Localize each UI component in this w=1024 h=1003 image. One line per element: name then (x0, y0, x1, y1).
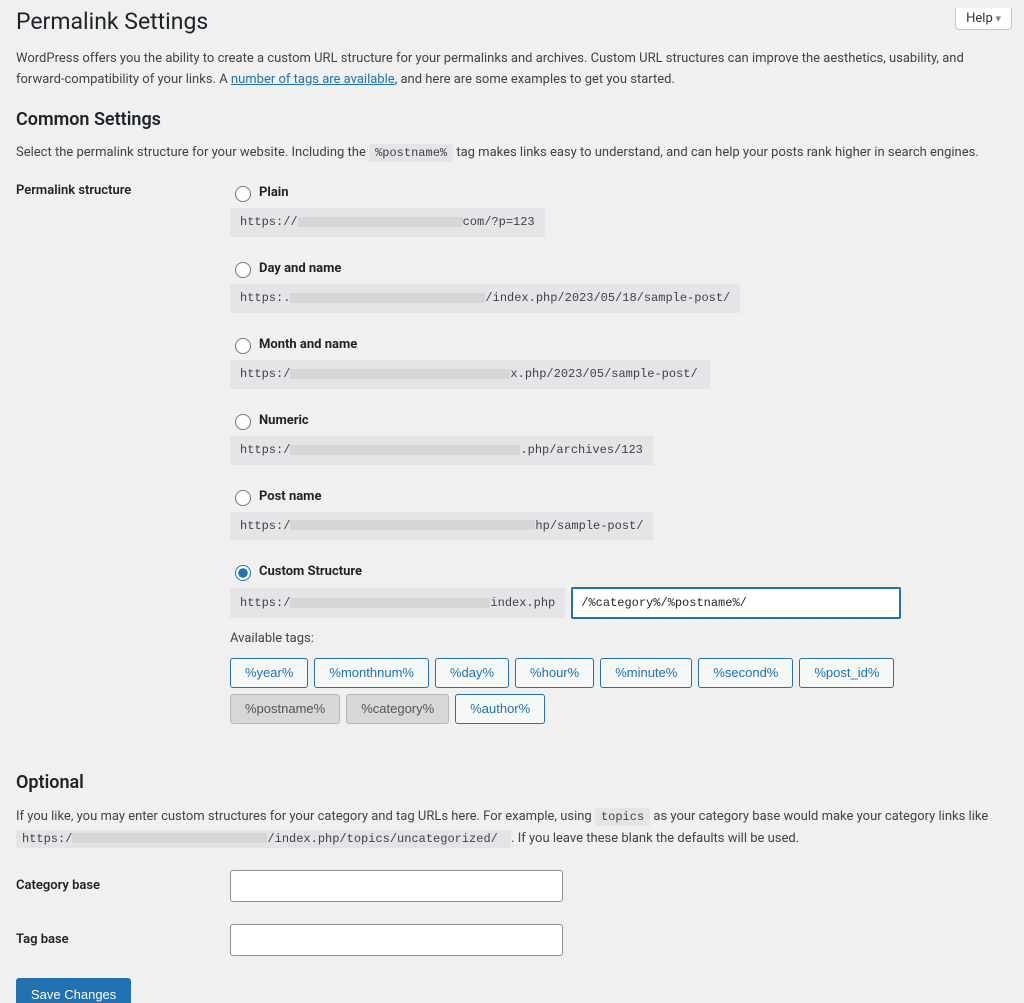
post-name-example: https:/ hp/sample-post/ (230, 512, 653, 541)
optional-desc-3: . If you leave these blank the defaults … (511, 831, 799, 846)
available-tags-row: %year%%monthnum%%day%%hour%%minute%%seco… (230, 658, 1008, 723)
page-title: Permalink Settings (16, 8, 1008, 35)
common-desc-suffix: tag makes links easy to understand, and … (453, 145, 979, 160)
post-name-example-prefix: https:/ (240, 519, 290, 533)
tag-button-hour[interactable]: %hour% (515, 658, 594, 688)
redacted-domain (290, 445, 520, 455)
month-name-example: https:/ x.php/2023/05/sample-post/ (230, 360, 710, 389)
common-desc-prefix: Select the permalink structure for your … (16, 145, 369, 160)
tag-button-day[interactable]: %day% (435, 658, 509, 688)
plain-example-suffix: com/?p=123 (463, 215, 535, 229)
optional-desc-1: If you like, you may enter custom struct… (16, 809, 595, 824)
redacted-domain (290, 598, 490, 608)
common-settings-heading: Common Settings (16, 109, 1008, 130)
day-name-example: https:. /index.php/2023/05/18/sample-post… (230, 284, 740, 313)
numeric-example: https:/ .php/archives/123 (230, 436, 653, 465)
optional-heading: Optional (16, 772, 1008, 793)
tags-available-link[interactable]: number of tags are available (231, 72, 395, 87)
plain-example: https:// com/?p=123 (230, 208, 545, 237)
post-name-example-suffix: hp/sample-post/ (535, 519, 643, 533)
tag-button-minute[interactable]: %minute% (600, 658, 692, 688)
help-tab[interactable]: Help (955, 8, 1012, 30)
common-settings-desc: Select the permalink structure for your … (16, 143, 1008, 164)
day-name-radio[interactable] (235, 262, 251, 278)
numeric-example-prefix: https:/ (240, 443, 290, 457)
redacted-domain (290, 520, 535, 530)
redacted-domain (290, 293, 485, 303)
redacted-domain (290, 369, 510, 379)
tag-button-author[interactable]: %author% (455, 694, 545, 724)
plain-radio[interactable] (235, 186, 251, 202)
tag-button-monthnum[interactable]: %monthnum% (314, 658, 429, 688)
day-name-example-suffix: /index.php/2023/05/18/sample-post/ (485, 291, 730, 305)
tag-base-label: Tag base (16, 932, 230, 947)
intro-text: WordPress offers you the ability to crea… (16, 49, 1008, 91)
numeric-example-suffix: .php/archives/123 (520, 443, 642, 457)
optional-url-suffix: /index.php/topics/uncategorized/ (267, 832, 497, 846)
day-name-label: Day and name (259, 261, 341, 276)
custom-structure-row: https:/ index.php (230, 587, 1008, 619)
topics-code: topics (595, 808, 650, 826)
redacted-domain (72, 833, 267, 843)
month-name-label: Month and name (259, 337, 357, 352)
postname-tag-code: %postname% (369, 144, 453, 162)
custom-structure-radio[interactable] (235, 565, 251, 581)
custom-base-url: https:/ index.php (230, 588, 565, 618)
tag-button-second[interactable]: %second% (698, 658, 793, 688)
tag-button-post_id[interactable]: %post_id% (799, 658, 894, 688)
post-name-radio[interactable] (235, 490, 251, 506)
category-base-input[interactable] (230, 870, 563, 902)
month-name-example-suffix: x.php/2023/05/sample-post/ (510, 367, 697, 381)
category-base-label: Category base (16, 878, 230, 893)
optional-desc: If you like, you may enter custom struct… (16, 806, 1008, 850)
tag-button-year[interactable]: %year% (230, 658, 308, 688)
plain-example-prefix: https:// (240, 215, 298, 229)
month-name-radio[interactable] (235, 338, 251, 354)
custom-base-suffix: index.php (490, 597, 555, 609)
numeric-radio[interactable] (235, 414, 251, 430)
tag-button-postname[interactable]: %postname% (230, 694, 340, 724)
optional-url-code: https:/ /index.php/topics/uncategorized/ (16, 830, 511, 848)
tag-base-input[interactable] (230, 924, 563, 956)
intro-suffix: , and here are some examples to get you … (395, 72, 675, 87)
save-changes-button[interactable]: Save Changes (16, 978, 131, 1003)
plain-label: Plain (259, 185, 289, 200)
redacted-domain (298, 217, 463, 227)
numeric-label: Numeric (259, 413, 309, 428)
month-name-example-prefix: https:/ (240, 367, 290, 381)
available-tags-label: Available tags: (230, 631, 1008, 646)
custom-structure-label: Custom Structure (259, 564, 362, 579)
optional-url-prefix: https:/ (22, 832, 72, 846)
permalink-structure-label: Permalink structure (16, 183, 230, 198)
optional-desc-2: as your category base would make your ca… (650, 809, 988, 824)
day-name-example-prefix: https:. (240, 291, 290, 305)
post-name-label: Post name (259, 489, 321, 504)
custom-structure-input[interactable] (571, 587, 901, 619)
tag-button-category[interactable]: %category% (346, 694, 449, 724)
custom-base-prefix: https:/ (240, 597, 290, 609)
